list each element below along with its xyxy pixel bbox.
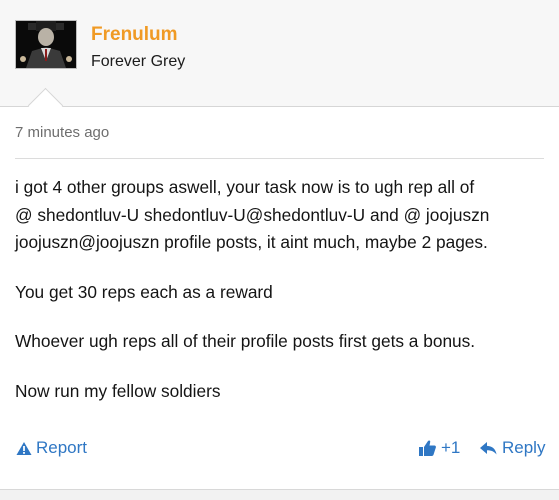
warning-icon — [16, 441, 32, 456]
post-message: i got 4 other groups aswell, your task n… — [15, 174, 550, 405]
message-line: i got 4 other groups aswell, your task n… — [15, 177, 475, 197]
post-card: Frenulum Forever Grey 7 minutes ago i go… — [0, 0, 559, 490]
reply-button[interactable]: Reply — [480, 438, 545, 458]
reply-label: Reply — [502, 438, 546, 457]
message-line: Whoever ugh reps all of their profile po… — [15, 331, 476, 351]
report-button[interactable]: Report — [16, 438, 87, 458]
divider — [15, 158, 544, 159]
post-header: Frenulum Forever Grey — [0, 0, 559, 107]
reply-arrow-icon — [480, 441, 497, 455]
user-title: Forever Grey — [91, 53, 186, 70]
username[interactable]: Frenulum — [91, 24, 178, 46]
report-label: Report — [36, 438, 88, 457]
message-line: @ shedontluv-U shedontluv-U@shedontluv-U… — [15, 204, 490, 225]
avatar[interactable] — [15, 20, 77, 69]
message-line: joojuszn@joojuszn profile posts, it aint… — [15, 232, 488, 252]
message-line: You get 30 reps each as a reward — [15, 281, 273, 302]
message-line: Now run my fellow soldiers — [15, 380, 221, 401]
thumbs-up-icon — [419, 440, 436, 456]
post-timestamp[interactable]: 7 minutes ago — [15, 124, 109, 141]
like-count: +1 — [441, 438, 461, 457]
like-button[interactable]: +1 — [419, 438, 460, 458]
